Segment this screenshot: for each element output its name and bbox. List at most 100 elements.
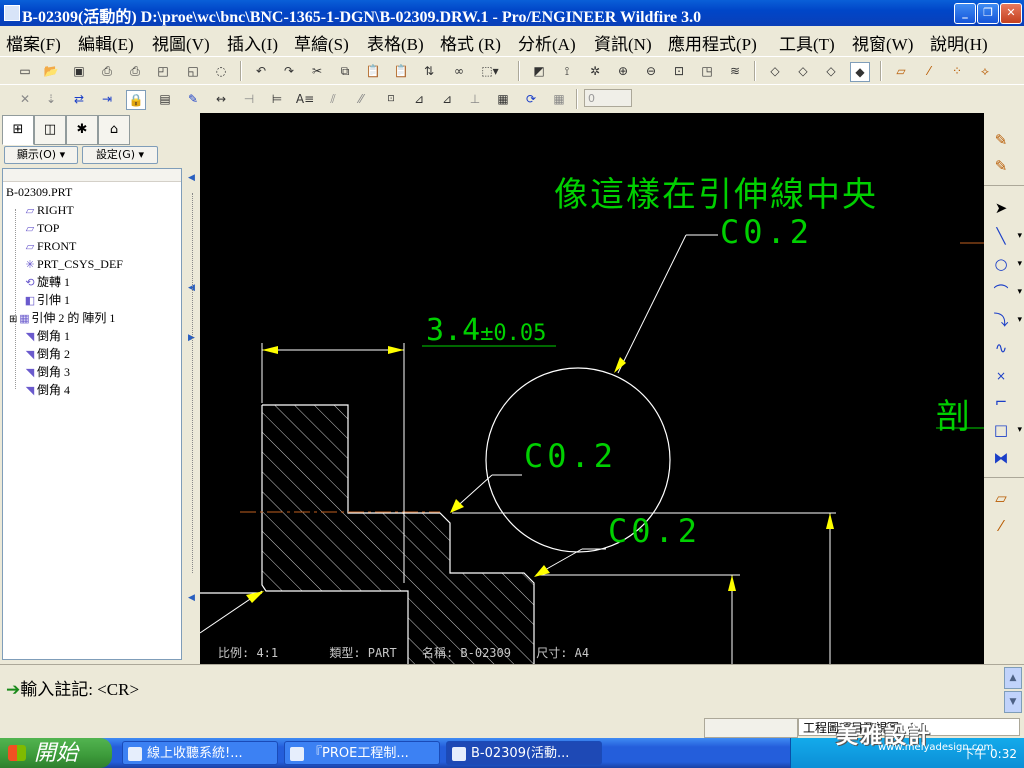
shading-icon[interactable]: ◆ [850,62,870,82]
menu-table[interactable]: 表格(B) [367,30,424,55]
line-icon[interactable]: ╲ [990,225,1022,247]
task-button-3[interactable]: B-02309(活動... [446,741,602,765]
mirror-icon[interactable]: ⧓ [990,447,1012,469]
tree-item-chamfer-4[interactable]: ◥ 倒角 4 [23,381,70,399]
spline-icon[interactable]: ∿ [990,337,1012,359]
spinner-input[interactable]: 0 [584,89,632,107]
symbol-icon[interactable]: ⊿ [410,90,428,108]
move-icon[interactable]: ⇣ [42,90,60,108]
orient-icon[interactable]: ✲ [586,62,604,80]
dimension-icon[interactable]: ↔ [212,90,230,108]
swap-icon[interactable]: ⇄ [70,90,88,108]
restore-button[interactable]: ❐ [977,3,999,24]
tree-item-chamfer-1[interactable]: ◥ 倒角 1 [23,327,70,345]
lock-view-icon[interactable]: 🔒 [126,90,146,110]
balloon-icon[interactable]: ⊡ [380,90,402,108]
saved-views-icon[interactable]: ◳ [698,62,716,80]
copy-file-icon[interactable]: ◰ [154,62,172,80]
menu-sketch[interactable]: 草繪(S) [294,30,349,55]
regen-icon[interactable]: ◱ [184,62,202,80]
menu-window[interactable]: 視窗(W) [852,30,913,55]
note-icon[interactable]: A≡ [296,90,314,108]
cut-icon[interactable]: ✂ [308,62,326,80]
menu-tools[interactable]: 工具(T) [779,30,835,55]
collapse-left-icon[interactable]: ◀ [188,593,195,603]
erase-icon[interactable]: ◌ [212,62,230,80]
collapse-left-icon[interactable]: ◀ [188,173,195,183]
heading-note[interactable]: 像這樣在引伸線中央 [554,167,878,216]
zoom-in-icon[interactable]: ⊕ [614,62,632,80]
tree-item-front[interactable]: ▱ FRONT [23,237,77,255]
task-button-1[interactable]: 線上收聽系統!... [122,741,278,765]
menu-insert[interactable]: 插入(I) [227,30,278,55]
minimize-button[interactable]: _ [954,3,976,24]
layers-icon[interactable]: ≋ [726,62,744,80]
relations-icon[interactable]: ⇅ [420,62,438,80]
fillet-icon[interactable]: ⤵ [990,309,1022,331]
scroll-up-button[interactable]: ▲ [1004,667,1022,689]
app-icon[interactable] [4,5,20,21]
message-prompt[interactable]: ➔輸入註記: <CR> [6,675,139,700]
show-dropdown[interactable]: 顯示(O) ▾ [4,146,78,164]
web-tab[interactable]: ⌂ [98,115,130,145]
leader-icon[interactable]: ⫽ [324,90,342,108]
table-icon[interactable]: ▤ [156,90,174,108]
chamfer-line-icon[interactable]: ⌐ [990,391,1012,413]
note-c02-mid[interactable]: C0.2 [524,437,617,475]
tree-item-part[interactable]: B-02309.PRT [6,183,72,201]
baseline-icon[interactable]: ⊨ [268,90,286,108]
print-icon[interactable]: ⎙ [98,62,116,80]
drawing-canvas[interactable]: 像這樣在引伸線中央 C0.2 C0.2 C0.2 3.4±0.05 剖 比例: … [200,113,984,664]
arc-icon[interactable]: ⌒ [990,281,1022,303]
circle-icon[interactable]: ○ [990,253,1022,275]
show-annotations-icon[interactable]: ✎ [184,90,202,108]
tree-item-revolve[interactable]: ⟲ 旋轉 1 [23,273,70,291]
zoom-out-icon[interactable]: ⊖ [642,62,660,80]
table-rows-icon[interactable]: ▦ [494,90,512,108]
tree-item-chamfer-3[interactable]: ◥ 倒角 3 [23,363,70,381]
spin-center-icon[interactable]: ⟟ [558,62,576,80]
start-button[interactable]: 開始 [0,738,112,768]
redo-icon[interactable]: ↷ [280,62,298,80]
menu-file[interactable]: 檔案(F) [6,30,61,55]
wireframe-icon[interactable]: ◇ [766,62,784,80]
menu-help[interactable]: 說明(H) [930,30,988,55]
offset-icon[interactable]: ▱ [990,487,1012,509]
align-icon[interactable]: ⇥ [98,90,116,108]
sketch-tools-icon[interactable]: ✎ [990,155,1012,177]
datum-planes-icon[interactable]: ▱ [892,62,910,80]
select-box-icon[interactable]: ⬚▾ [478,62,502,80]
hidden-line-icon[interactable]: ◇ [794,62,812,80]
geo-tolerance-icon[interactable]: ⊥ [466,90,484,108]
refit-icon[interactable]: ⊡ [670,62,688,80]
tree-item-extrude[interactable]: ◧ 引伸 1 [23,291,70,309]
save-icon[interactable]: ▣ [70,62,88,80]
select-arrow-icon[interactable]: ➤ [990,197,1012,219]
print-preview-icon[interactable]: ⎙ [126,62,144,80]
dimension-3-4[interactable]: 3.4±0.05 [426,313,546,348]
update-table-icon[interactable]: ⟳ [522,90,540,108]
title-bar[interactable]: B-02309(活動的) D:\proe\wc\bnc\BNC-1365-1-D… [0,0,1024,26]
tree-item-right[interactable]: ▱ RIGHT [23,201,74,219]
ordinate-icon[interactable]: ⊣ [240,90,258,108]
menu-applications[interactable]: 應用程式(P) [668,30,757,55]
tree-item-pattern[interactable]: ⊞ ▦ 引伸 2 的 陣列 1 [9,309,115,327]
point-icon[interactable]: × [990,365,1012,387]
tree-item-csys[interactable]: ✳ PRT_CSYS_DEF [23,255,123,273]
sketch-tools-icon[interactable]: ✎ [990,129,1012,151]
paste-icon[interactable]: 📋 [364,62,382,80]
tree-item-chamfer-2[interactable]: ◥ 倒角 2 [23,345,70,363]
csys-icon[interactable]: ⟡ [976,62,994,80]
repeat-region-icon[interactable]: ▦ [550,90,568,108]
rectangle-icon[interactable]: □ [990,419,1022,441]
scroll-down-button[interactable]: ▼ [1004,691,1022,713]
menu-edit[interactable]: 編輯(E) [78,30,134,55]
repaint-icon[interactable]: ◩ [530,62,548,80]
datum-axes-icon[interactable]: ⁄ [920,62,938,80]
no-hidden-icon[interactable]: ◇ [822,62,840,80]
menu-view[interactable]: 視圖(V) [152,30,210,55]
panel-splitter[interactable]: ◀ ◀ ▶ ◀ [186,113,200,662]
note-c02-right[interactable]: C0.2 [608,512,701,550]
menu-analysis[interactable]: 分析(A) [518,30,576,55]
settings-dropdown[interactable]: 設定(G) ▾ [82,146,158,164]
